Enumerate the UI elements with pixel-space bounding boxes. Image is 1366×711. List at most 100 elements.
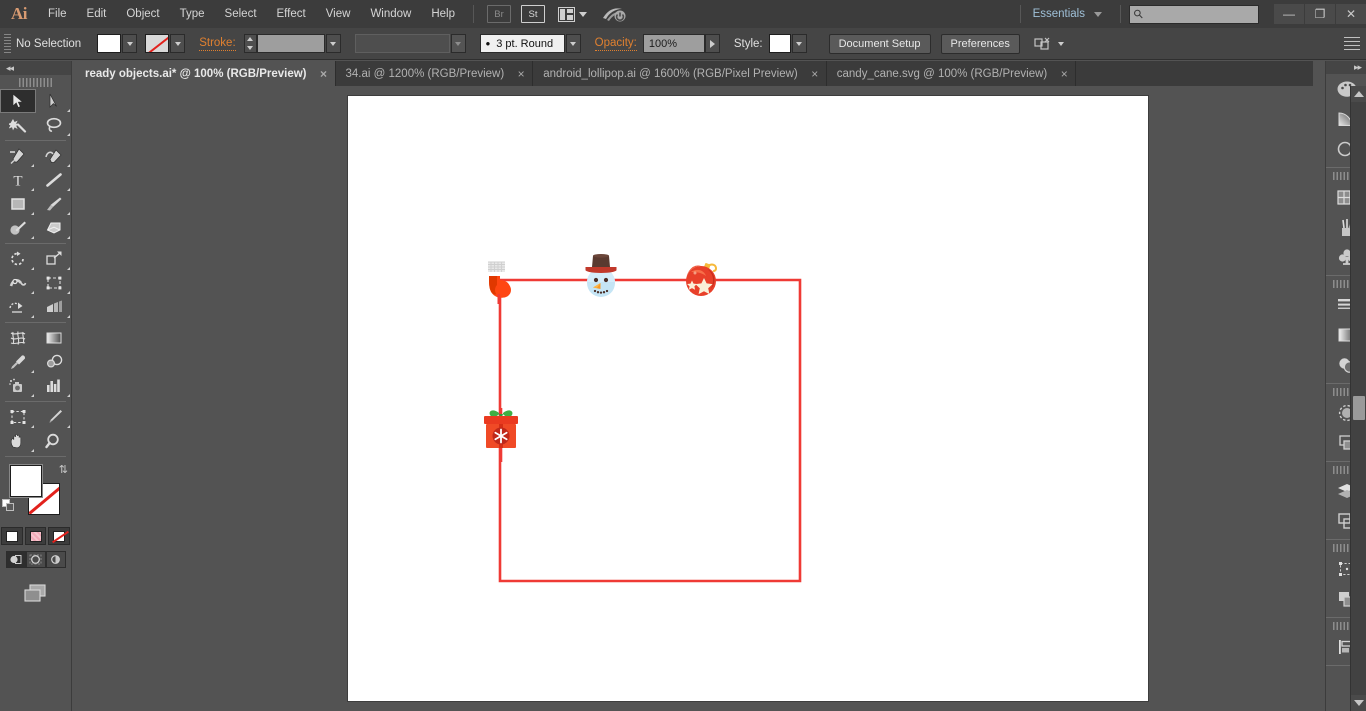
color-mode-button[interactable] (1, 527, 23, 545)
paintbrush-tool[interactable] (36, 192, 72, 216)
document-setup-button[interactable]: Document Setup (828, 33, 931, 54)
fill-dropdown[interactable] (122, 34, 138, 53)
perspective-grid-tool[interactable] (36, 295, 72, 319)
eraser-tool[interactable] (36, 216, 72, 240)
draw-behind-button[interactable] (25, 551, 46, 568)
stroke-dropdown[interactable] (170, 34, 186, 53)
selection-tool[interactable] (0, 89, 36, 113)
opacity-label[interactable]: Opacity: (594, 37, 637, 51)
direct-selection-tool[interactable] (36, 89, 72, 113)
workspace-chevron-down-icon[interactable] (1094, 11, 1102, 17)
scroll-down-button[interactable] (1351, 695, 1366, 711)
scrollbar-thumb[interactable] (1353, 396, 1365, 420)
menu-window[interactable]: Window (360, 0, 421, 28)
draw-inside-button[interactable] (45, 551, 66, 568)
menu-view[interactable]: View (316, 0, 361, 28)
menu-file[interactable]: File (38, 0, 77, 28)
close-icon[interactable]: × (516, 67, 526, 81)
opacity-flyout-button[interactable] (704, 34, 720, 53)
blend-tool[interactable] (36, 350, 72, 374)
eyedropper-tool[interactable] (0, 350, 36, 374)
type-tool[interactable]: T (0, 168, 36, 192)
curvature-tool[interactable] (36, 144, 72, 168)
hand-tool[interactable] (0, 429, 36, 453)
menu-type[interactable]: Type (170, 0, 215, 28)
free-transform-tool[interactable] (36, 271, 72, 295)
menu-effect[interactable]: Effect (267, 0, 316, 28)
symbol-sprayer-tool[interactable] (0, 374, 36, 398)
stroke-profile-dropdown[interactable] (450, 34, 466, 53)
menu-edit[interactable]: Edit (77, 0, 117, 28)
swap-fill-stroke-icon[interactable]: ⇅ (59, 463, 68, 476)
lasso-tool[interactable] (36, 113, 72, 137)
arrange-documents-button[interactable] (558, 6, 587, 22)
close-button[interactable]: ✕ (1336, 4, 1366, 24)
control-bar-overflow[interactable] (1344, 36, 1366, 52)
menu-object[interactable]: Object (116, 0, 169, 28)
shaper-tool[interactable] (0, 216, 36, 240)
line-segment-tool[interactable] (36, 168, 72, 192)
brush-definition-field[interactable]: • 3 pt. Round (479, 34, 565, 53)
width-tool[interactable] (0, 271, 36, 295)
magic-wand-tool[interactable] (0, 113, 36, 137)
default-fill-stroke-icon[interactable] (2, 499, 16, 513)
rectangle-tool[interactable] (0, 192, 36, 216)
stroke-profile-field[interactable] (354, 34, 450, 53)
select-similar-button[interactable] (1034, 36, 1064, 52)
control-bar-grip[interactable] (4, 33, 11, 54)
fill-swatch-large[interactable] (10, 465, 42, 497)
gradient-mode-button[interactable] (24, 527, 47, 545)
close-icon[interactable]: × (319, 67, 329, 81)
menu-help[interactable]: Help (421, 0, 465, 28)
preferences-button[interactable]: Preferences (940, 33, 1020, 54)
vertical-scrollbar[interactable] (1350, 86, 1366, 711)
search-input[interactable]: ⚲ (1129, 4, 1259, 24)
none-mode-button[interactable] (48, 527, 71, 545)
panel-menu-icon[interactable] (1344, 36, 1360, 52)
close-icon[interactable]: × (810, 67, 820, 81)
document-workspace[interactable] (72, 86, 1291, 711)
scroll-up-button[interactable] (1351, 86, 1366, 102)
workspace-switcher[interactable]: Essentials (1029, 8, 1089, 20)
bridge-icon[interactable]: Br (487, 5, 511, 23)
graphic-style-swatch[interactable] (768, 34, 791, 53)
dock-header[interactable]: ▸▸ (1326, 61, 1366, 74)
scale-tool[interactable] (36, 247, 72, 271)
column-graph-tool[interactable] (36, 374, 72, 398)
gradient-tool[interactable] (36, 326, 72, 350)
pen-tool[interactable] (0, 144, 36, 168)
tab-ready-objects[interactable]: ready objects.ai* @ 100% (RGB/Preview) × (75, 61, 336, 86)
tools-panel-header[interactable]: ◂◂ (0, 61, 71, 75)
menu-select[interactable]: Select (215, 0, 267, 28)
expand-panels-icon[interactable]: ▸▸ (1354, 62, 1362, 73)
screen-mode-control[interactable] (0, 582, 71, 604)
artboard-canvas[interactable] (348, 96, 1148, 701)
stroke-label[interactable]: Stroke: (199, 37, 236, 51)
stroke-weight-dropdown[interactable] (325, 34, 341, 53)
opacity-field[interactable]: 100% (642, 34, 705, 53)
zoom-tool[interactable] (36, 429, 72, 453)
brush-definition-dropdown[interactable] (565, 34, 581, 53)
graphic-style-dropdown[interactable] (791, 34, 807, 53)
fill-color-swatch[interactable] (97, 34, 122, 53)
stock-icon[interactable]: St (521, 5, 545, 23)
tools-panel-grip[interactable] (0, 75, 71, 89)
shape-builder-tool[interactable] (0, 295, 36, 319)
artboard-tool[interactable] (0, 405, 36, 429)
stroke-weight-stepper[interactable] (243, 34, 257, 53)
scrollbar-track[interactable] (1351, 102, 1366, 695)
restore-button[interactable]: ❐ (1305, 4, 1335, 24)
rotate-tool[interactable] (0, 247, 36, 271)
draw-normal-button[interactable] (5, 551, 26, 568)
close-icon[interactable]: × (1059, 67, 1069, 81)
stroke-color-swatch[interactable] (145, 34, 170, 53)
tab-candy-cane[interactable]: candy_cane.svg @ 100% (RGB/Preview) × (826, 61, 1077, 86)
collapse-icon[interactable]: ◂◂ (6, 63, 14, 74)
tab-34[interactable]: 34.ai @ 1200% (RGB/Preview) × (335, 61, 534, 86)
tab-android-lollipop[interactable]: android_lollipop.ai @ 1600% (RGB/Pixel P… (533, 61, 827, 86)
stroke-weight-field[interactable] (256, 34, 325, 53)
slice-tool[interactable] (36, 405, 72, 429)
minimize-button[interactable]: — (1274, 4, 1304, 24)
sync-settings-icon[interactable] (601, 4, 627, 24)
mesh-tool[interactable] (0, 326, 36, 350)
